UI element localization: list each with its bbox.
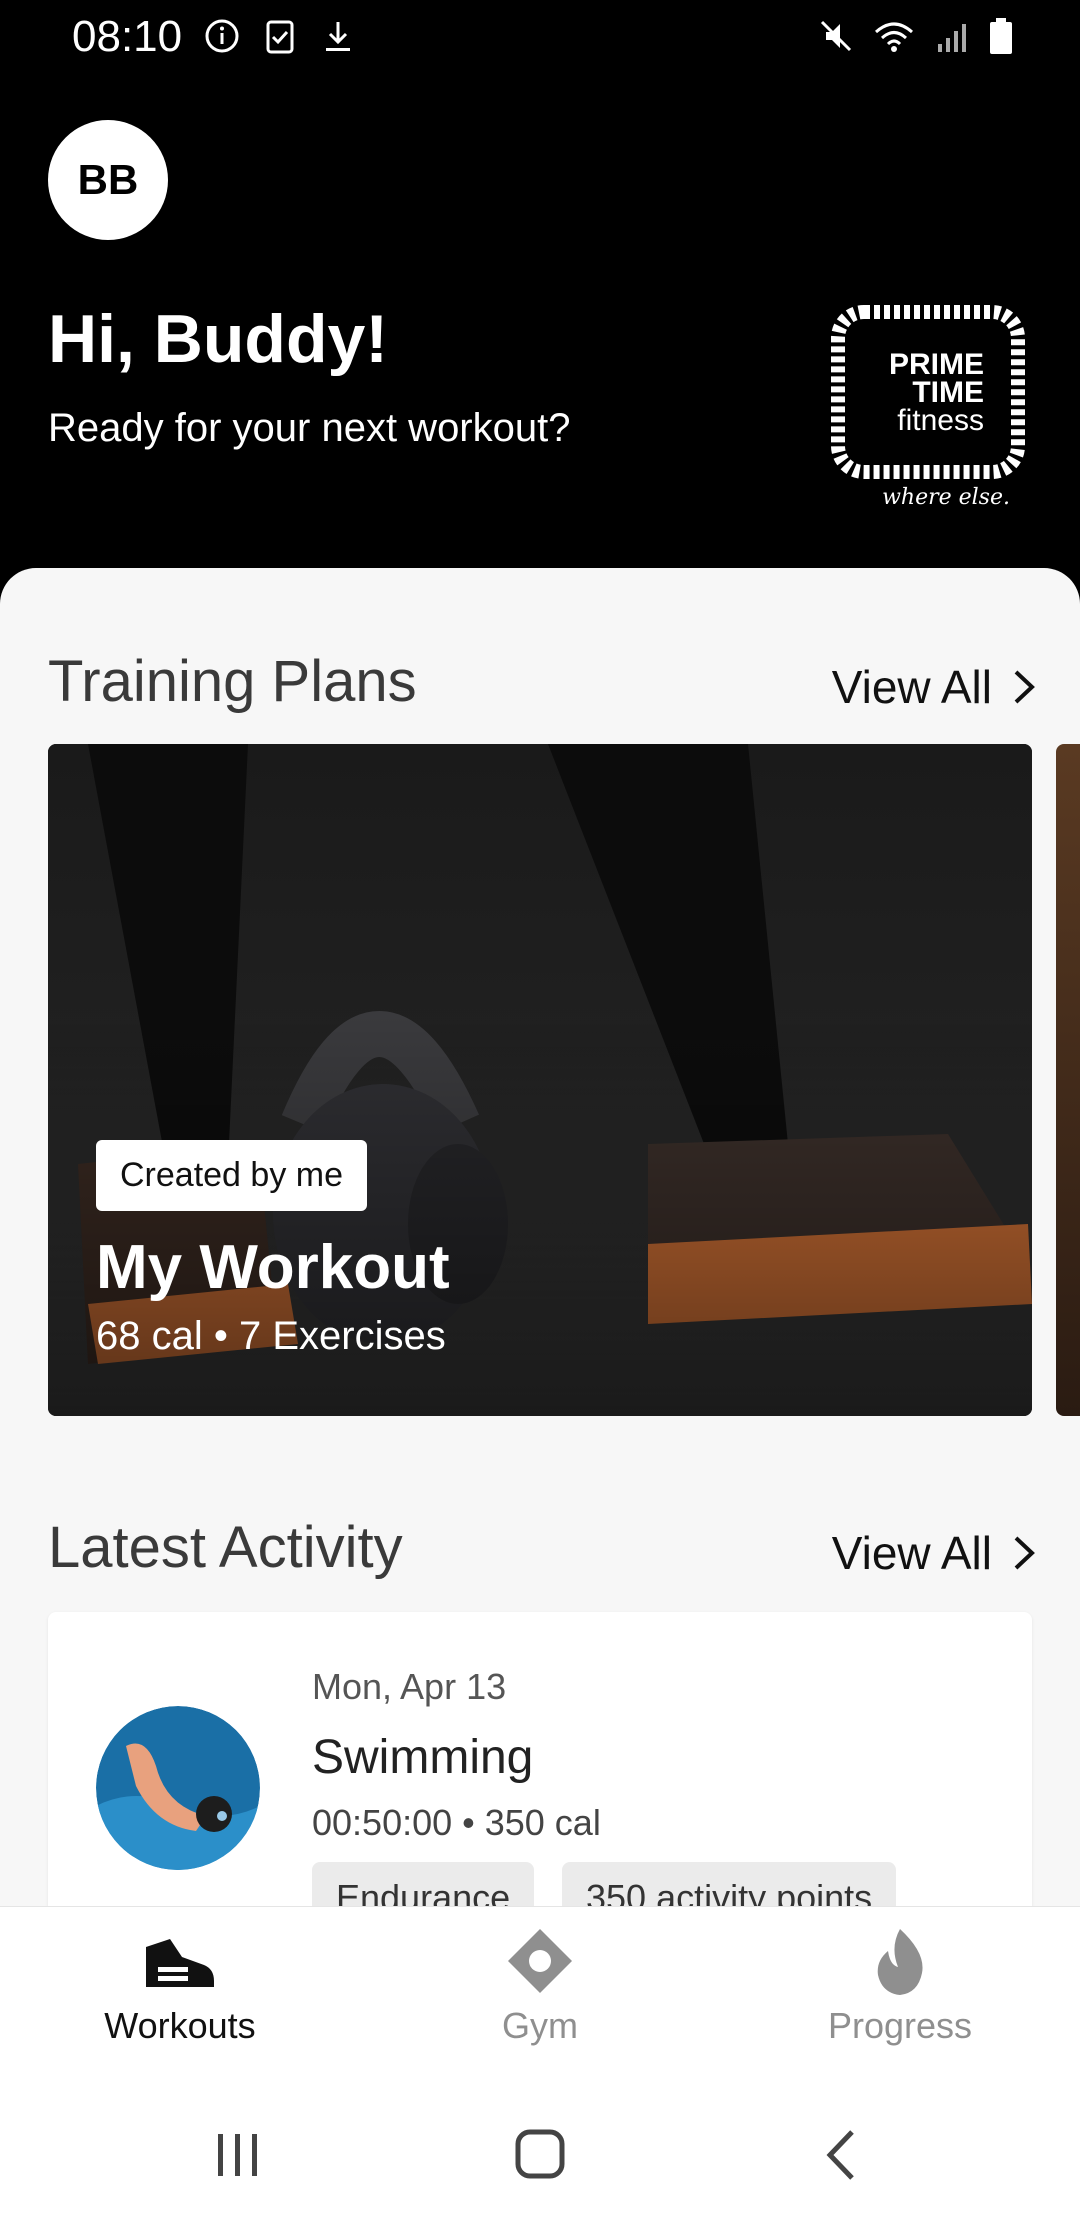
back-button[interactable] xyxy=(802,2120,882,2190)
view-all-label: View All xyxy=(831,661,992,713)
activity-stats: 00:50:00 • 350 cal xyxy=(312,1802,601,1843)
activity-name: Swimming xyxy=(312,1731,534,1784)
nav-item-gym[interactable]: Gym xyxy=(410,1927,670,2047)
training-plan-card[interactable]: Created by me My Workout 68 cal • 7 Exer… xyxy=(48,744,1032,1416)
content-sheet: Training Plans View All Created by me My… xyxy=(0,568,1080,1908)
logo-tagline: where else. xyxy=(882,485,1010,510)
location-pin-icon xyxy=(508,1929,572,1993)
latest-activity-view-all-button[interactable]: View All xyxy=(832,1526,1036,1580)
nav-item-workouts[interactable]: Workouts xyxy=(50,1927,310,2047)
activity-chip-type: Endurance xyxy=(312,1862,535,1908)
mute-icon xyxy=(820,20,852,52)
nav-label-gym: Gym xyxy=(502,2005,578,2046)
plan-meta: 68 cal • 7 Exercises xyxy=(96,1314,446,1358)
bottom-nav: Workouts Gym Progress xyxy=(0,1906,1080,2080)
greeting-title: Hi, Buddy! xyxy=(48,301,388,377)
task-check-icon xyxy=(266,20,294,54)
chevron-right-icon xyxy=(1014,670,1035,704)
activity-date: Mon, Apr 13 xyxy=(312,1666,507,1707)
info-icon xyxy=(205,19,239,53)
avatar[interactable]: BB xyxy=(48,120,168,240)
download-icon xyxy=(326,22,350,51)
chevron-right-icon xyxy=(1014,1536,1035,1570)
status-time: 08:10 xyxy=(72,12,183,61)
greeting-subtitle: Ready for your next workout? xyxy=(48,406,571,450)
training-plans-title: Training Plans xyxy=(48,649,417,714)
nav-item-progress[interactable]: Progress xyxy=(770,1927,1030,2047)
system-nav-bar xyxy=(0,2080,1080,2220)
status-bar: 08:10 xyxy=(0,0,1080,72)
wifi-icon xyxy=(875,22,913,52)
plan-name: My Workout xyxy=(96,1233,450,1302)
signal-icon xyxy=(938,24,966,52)
nav-label-workouts: Workouts xyxy=(104,2005,256,2046)
header: BB Hi, Buddy! Ready for your next workou… xyxy=(0,72,1080,582)
view-all-label: View All xyxy=(831,1527,992,1579)
status-right-icons xyxy=(818,16,1014,56)
battery-icon xyxy=(990,18,1012,54)
recents-button[interactable] xyxy=(198,2120,278,2190)
activity-card[interactable]: Mon, Apr 13 Swimming 00:50:00 • 350 cal … xyxy=(48,1612,1032,1908)
home-button[interactable] xyxy=(500,2120,580,2190)
training-plans-view-all-button[interactable]: View All xyxy=(832,660,1036,714)
status-left-icons xyxy=(204,16,356,56)
swimming-photo xyxy=(96,1706,260,1870)
latest-activity-title: Latest Activity xyxy=(48,1515,403,1580)
logo-text-line-3: fitness xyxy=(897,404,984,437)
training-plan-card-next[interactable] xyxy=(1056,744,1080,1416)
activity-chip-points: 350 activity points xyxy=(562,1862,897,1908)
plan-created-badge: Created by me xyxy=(96,1140,367,1211)
shoe-icon xyxy=(146,1939,214,1987)
flame-icon xyxy=(877,1929,923,1995)
prime-time-fitness-logo: PRIME TIME fitness where else. xyxy=(831,305,1025,510)
nav-label-progress: Progress xyxy=(827,2005,973,2046)
